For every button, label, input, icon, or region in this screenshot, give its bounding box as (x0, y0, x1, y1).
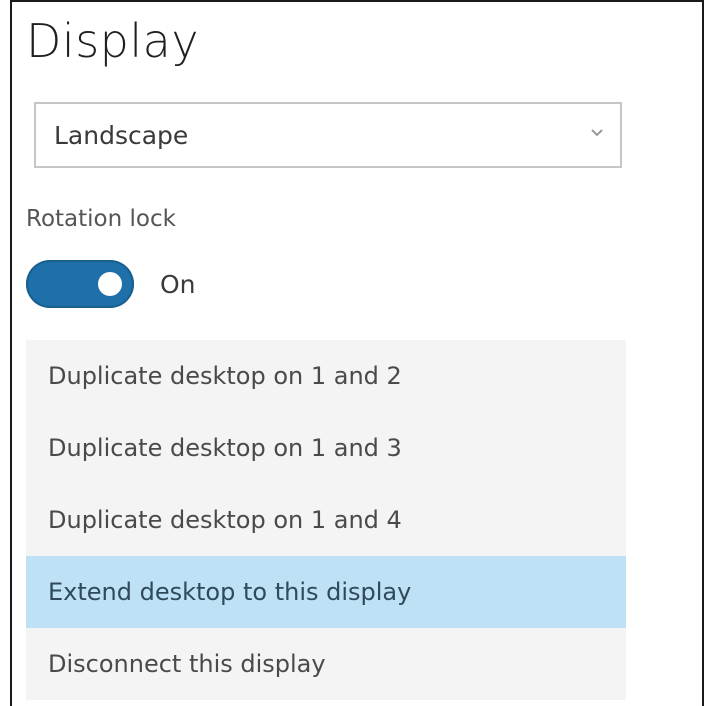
chevron-down-icon (591, 129, 603, 137)
page-title: Display (26, 14, 200, 68)
menu-item-disconnect-display[interactable]: Disconnect this display (26, 628, 626, 700)
rotation-lock-state: On (160, 269, 196, 299)
menu-item-duplicate-1-2[interactable]: Duplicate desktop on 1 and 2 (26, 340, 626, 412)
orientation-dropdown[interactable]: Landscape (34, 102, 622, 168)
display-mode-menu: Duplicate desktop on 1 and 2 Duplicate d… (26, 340, 626, 700)
orientation-selected-value: Landscape (54, 120, 189, 150)
menu-item-duplicate-1-3[interactable]: Duplicate desktop on 1 and 3 (26, 412, 626, 484)
rotation-lock-row: On (26, 260, 196, 308)
display-settings-panel: Display Landscape Rotation lock On Dupli… (10, 0, 704, 706)
menu-item-extend-desktop[interactable]: Extend desktop to this display (26, 556, 626, 628)
rotation-lock-toggle[interactable] (26, 260, 134, 308)
menu-item-duplicate-1-4[interactable]: Duplicate desktop on 1 and 4 (26, 484, 626, 556)
toggle-knob (98, 272, 122, 296)
rotation-lock-label: Rotation lock (26, 206, 176, 232)
